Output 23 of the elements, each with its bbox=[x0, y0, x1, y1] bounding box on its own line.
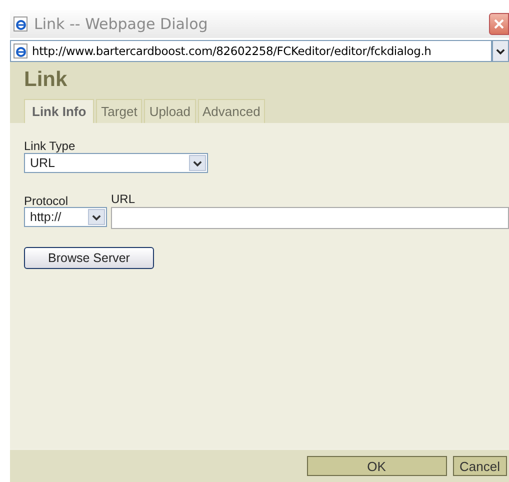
protocol-select[interactable]: http:// bbox=[24, 207, 107, 227]
tab[interactable]: Target bbox=[96, 99, 142, 123]
close-icon bbox=[494, 19, 504, 29]
close-button[interactable] bbox=[489, 13, 509, 35]
chevron-down-icon bbox=[496, 46, 505, 56]
address-text: http://www.bartercardboost.com/82602258/FCKeditor/editor/fckdialog.h bbox=[32, 44, 432, 58]
link-type-select[interactable]: URL bbox=[24, 153, 208, 173]
tab[interactable]: Upload bbox=[144, 99, 196, 123]
dialog-title: Link bbox=[24, 68, 68, 92]
address-field[interactable]: http://www.bartercardboost.com/82602258/FCKeditor/editor/fckdialog.h bbox=[10, 40, 492, 62]
window-title: Link -- Webpage Dialog bbox=[34, 15, 208, 33]
tab[interactable]: Link Info bbox=[24, 99, 94, 123]
browse-server-button[interactable]: Browse Server bbox=[24, 247, 154, 269]
url-input-field[interactable] bbox=[111, 207, 509, 229]
field-label: Protocol bbox=[24, 194, 70, 207]
cancel-button[interactable]: Cancel bbox=[452, 456, 507, 476]
ok-button[interactable]: OK bbox=[306, 456, 447, 476]
browser-logo-icon bbox=[13, 16, 29, 32]
dropdown-button[interactable] bbox=[492, 40, 509, 62]
field-label: Link Type bbox=[24, 139, 76, 153]
field-label: URL bbox=[111, 192, 136, 207]
page-icon bbox=[13, 43, 29, 59]
tab[interactable]: Advanced bbox=[198, 99, 266, 123]
